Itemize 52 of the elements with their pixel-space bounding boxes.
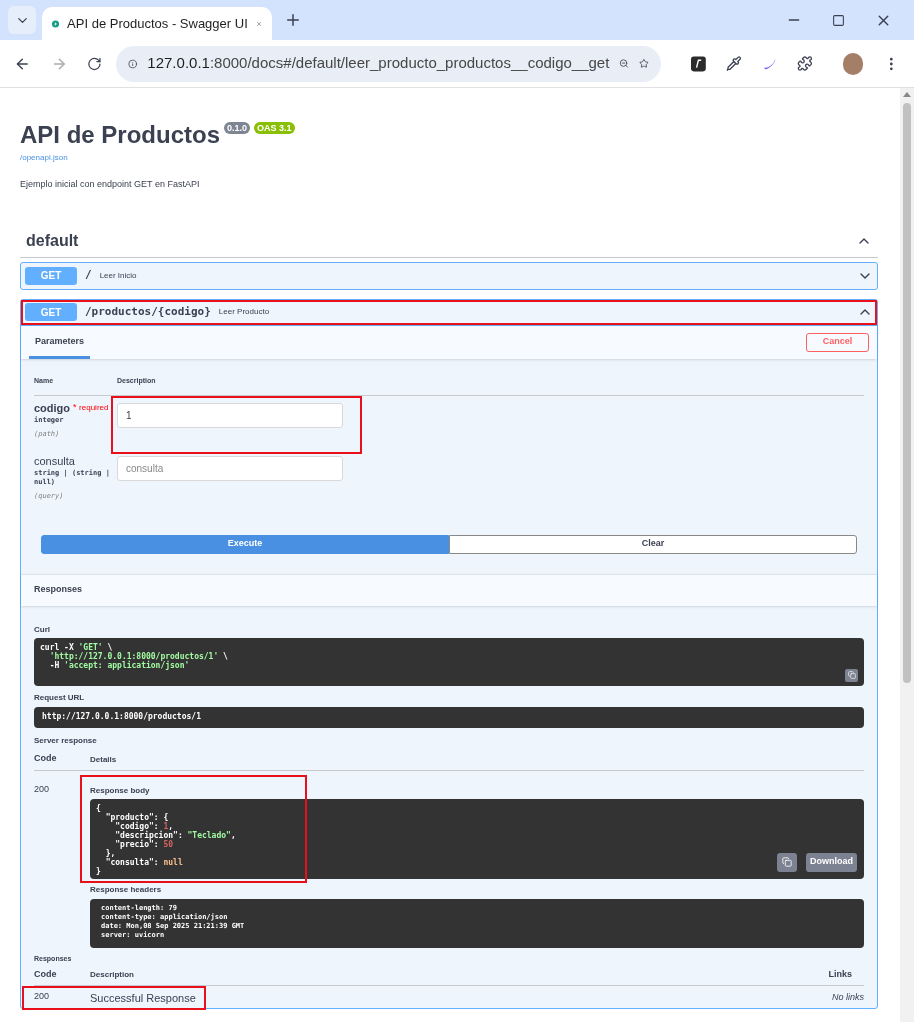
param-input[interactable]: 1: [117, 402, 343, 428]
tag-header[interactable]: default: [20, 227, 878, 258]
parameters-tab[interactable]: Parameters: [29, 325, 91, 359]
param-name: consulta: [34, 454, 75, 468]
section-label: Request URL: [34, 691, 86, 704]
version-badge: 0.1.0: [224, 122, 251, 134]
endpoint-summary: Leer Producto: [218, 306, 271, 318]
param-name: codigo: [34, 401, 71, 415]
method-badge: GET: [25, 303, 77, 321]
section-label: Curl: [34, 623, 51, 636]
url-text: 127.0.0.1:8000/docs#/default/leer_producto_productos__codigo__get: [147, 53, 610, 74]
curl-code-block: curl -X 'GET' \ 'http://127.0.0.1:8000/productos/1' \ -H 'accept: application/json': [34, 637, 864, 686]
method-badge: GET: [25, 266, 77, 285]
tab-title: API de Productos - Swagger UI: [67, 14, 248, 33]
column-header: Code: [34, 967, 58, 981]
section-title: Responses: [34, 583, 83, 597]
copy-icon: [847, 671, 856, 679]
extension-icon[interactable]: [691, 55, 706, 72]
browser-tab[interactable]: API de Productos - Swagger UI: [42, 7, 272, 40]
column-header: Description: [90, 969, 135, 981]
column-header: Code: [34, 752, 58, 765]
spec-link[interactable]: /openapi.json: [20, 152, 878, 164]
new-tab-icon[interactable]: [284, 11, 302, 29]
copy-icon: [782, 857, 792, 867]
endpoint-summary: Leer Inicio: [99, 269, 138, 282]
links-text: No links: [832, 991, 864, 1005]
oas-badge: OAS 3.1: [254, 122, 295, 134]
section-label: Server response: [34, 734, 98, 747]
param-input[interactable]: consulta: [117, 455, 343, 481]
section-label: Response headers: [90, 883, 163, 896]
extensions-icon[interactable]: [797, 55, 814, 72]
request-url-block: http://127.0.0.1:8000/productos/1: [34, 706, 864, 728]
column-header: Details: [90, 753, 117, 766]
avatar[interactable]: [843, 52, 864, 75]
operation-header[interactable]: GET / Leer Inicio: [21, 262, 877, 289]
api-title: API de Productos: [20, 120, 221, 150]
status-code: 200: [34, 782, 51, 796]
column-header: Links: [828, 967, 853, 981]
status-code: 200: [34, 989, 51, 1003]
endpoint-path: /: [85, 267, 92, 284]
maximize-icon[interactable]: [832, 13, 845, 27]
scrollbar[interactable]: [900, 88, 914, 1022]
clear-button[interactable]: Clear: [449, 534, 857, 554]
endpoint-path: /productos/{codigo}: [85, 303, 211, 320]
eyedropper-icon[interactable]: [725, 55, 742, 72]
operation-header[interactable]: GET /productos/{codigo} Leer Producto: [21, 299, 877, 326]
address-bar[interactable]: 127.0.0.1:8000/docs#/default/leer_producto_productos__codigo__get: [116, 45, 662, 82]
reload-icon[interactable]: [87, 55, 103, 72]
response-description: Successful Response: [90, 990, 196, 1006]
required-mark: * required: [73, 401, 109, 413]
section-label: Response body: [90, 784, 151, 797]
api-description: Ejemplo inicial con endpoint GET en FastAPI: [20, 178, 201, 191]
